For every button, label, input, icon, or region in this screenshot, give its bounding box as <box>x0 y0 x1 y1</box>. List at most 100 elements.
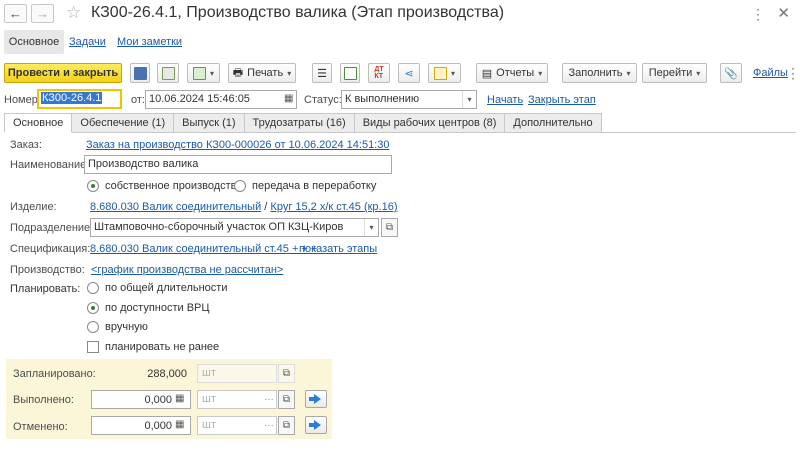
planned-unit: шт <box>197 364 277 383</box>
radio-off-icon <box>87 282 99 294</box>
cancelled-go-button[interactable] <box>305 416 327 434</box>
product-separator: / <box>264 201 268 213</box>
document-icon <box>433 66 447 80</box>
production-schedule-link[interactable]: <график производства не рассчитан> <box>91 264 283 276</box>
arrow-right-icon <box>309 420 321 430</box>
favorite-star-icon[interactable]: ☆ <box>66 3 81 23</box>
planned-value: 288,000 <box>147 367 187 380</box>
plan-availability-label: по доступности ВРЦ <box>105 302 210 314</box>
attach-report-button[interactable]: ▾ <box>428 63 461 83</box>
goto-button[interactable]: Перейти ▾ <box>642 63 707 83</box>
spec-link[interactable]: 8.680.030 Валик соединительный ст.45 + +… <box>90 243 317 255</box>
material-link[interactable]: Круг 15,2 х/к ст.45 (кр.16) <box>270 201 397 213</box>
reports-button[interactable]: ▤ Отчеты ▾ <box>476 63 548 83</box>
toolbar-more-icon[interactable]: ⋮ <box>786 65 800 82</box>
plan-label: Планировать: <box>10 283 81 295</box>
number-label: Номер: <box>4 94 41 106</box>
open-window-icon: ⧉ <box>282 368 291 379</box>
name-value: Производство валика <box>88 158 199 170</box>
department-select[interactable]: Штамповочно-сборочный участок ОП КЗЦ-Кир… <box>90 218 379 237</box>
edit-button[interactable] <box>340 63 360 83</box>
arrow-left-icon: ← <box>9 6 22 21</box>
department-dropdown-icon[interactable]: ▾ <box>364 219 378 236</box>
reports-label: Отчеты <box>496 67 535 79</box>
section-main[interactable]: Основное <box>4 30 64 54</box>
accounting-button[interactable]: ДТ КТ <box>368 63 390 83</box>
post-button[interactable] <box>157 63 179 83</box>
calendar-icon[interactable]: ▦ <box>284 93 293 104</box>
tab-main[interactable]: Основное <box>4 113 73 133</box>
product-link[interactable]: 8.680.030 Валик соединительный <box>90 201 261 213</box>
list-button[interactable]: ☰ <box>312 63 332 83</box>
post-and-close-button[interactable]: Провести и закрыть <box>4 63 122 83</box>
radio-on-icon <box>87 302 99 314</box>
cancelled-label: Отменено: <box>13 421 68 433</box>
calculator-icon[interactable]: ▦ <box>175 393 184 404</box>
forward-button[interactable]: → <box>31 4 54 23</box>
radio-plan-total[interactable]: по общей длительности <box>87 282 227 294</box>
radio-plan-manual[interactable]: вручную <box>87 321 148 333</box>
department-open-button[interactable]: ⧉ <box>381 218 398 237</box>
caret-down-icon: ▾ <box>626 68 631 78</box>
number-field[interactable]: КЗ00-26.4.1 <box>37 89 122 109</box>
form-tabs: Основное Обеспечение (1) Выпуск (1) Труд… <box>4 113 602 133</box>
plan-manual-label: вручную <box>105 321 148 333</box>
fill-button[interactable]: Заполнить ▾ <box>562 63 637 83</box>
transfer-processing-label: передача в переработку <box>252 180 377 192</box>
caret-down-icon: ▾ <box>287 68 292 78</box>
open-window-icon: ⧉ <box>282 420 291 431</box>
create-based-on-button[interactable]: ▾ <box>187 63 220 83</box>
section-notes[interactable]: Мои заметки <box>117 36 182 48</box>
status-value: К выполнению <box>345 93 420 105</box>
arrow-right-icon <box>309 394 321 404</box>
tab-labor[interactable]: Трудозатраты (16) <box>244 113 355 133</box>
status-dropdown-icon[interactable]: ▾ <box>462 91 476 108</box>
name-label: Наименование: <box>10 159 90 171</box>
tab-additional[interactable]: Дополнительно <box>505 113 602 133</box>
goto-label: Перейти <box>648 67 693 79</box>
ellipsis-icon[interactable]: … <box>264 392 274 403</box>
save-button[interactable] <box>130 63 150 83</box>
status-label: Статус: <box>304 94 342 106</box>
attachment-button[interactable]: 📎 <box>720 63 742 83</box>
open-window-icon: ⧉ <box>282 394 291 405</box>
close-icon[interactable]: ✕ <box>777 4 790 22</box>
tab-work-centers[interactable]: Виды рабочих центров (8) <box>354 113 506 133</box>
show-stages-link[interactable]: показать этапы <box>299 243 377 255</box>
more-menu-icon[interactable]: ⋮ <box>751 6 766 23</box>
save-icon <box>133 66 147 80</box>
structure-button[interactable]: ⋖ <box>398 63 420 83</box>
start-link[interactable]: Начать <box>487 94 523 106</box>
spec-label: Спецификация: <box>10 243 91 255</box>
product-line: 8.680.030 Валик соединительный / Круг 15… <box>90 201 398 213</box>
cancelled-unit-open[interactable]: ⧉ <box>278 416 295 435</box>
close-stage-link[interactable]: Закрыть этап <box>528 94 596 106</box>
status-select[interactable]: К выполнению <box>341 90 477 109</box>
radio-own-production[interactable]: собственное производство <box>87 180 243 192</box>
department-value: Штамповочно-сборочный участок ОП КЗЦ-Кир… <box>94 221 344 233</box>
radio-off-icon <box>87 321 99 333</box>
ellipsis-icon[interactable]: … <box>264 418 274 429</box>
radio-transfer-processing[interactable]: передача в переработку <box>234 180 376 192</box>
section-tasks[interactable]: Задачи <box>69 36 106 48</box>
tab-output[interactable]: Выпуск (1) <box>174 113 245 133</box>
date-field[interactable]: 10.06.2024 15:46:05 <box>145 90 297 109</box>
radio-plan-availability[interactable]: по доступности ВРЦ <box>87 302 210 314</box>
caret-down-icon: ▾ <box>450 68 455 78</box>
planned-unit-open[interactable]: ⧉ <box>278 364 295 383</box>
order-link[interactable]: Заказ на производство КЗ00-000026 от 10.… <box>86 139 389 151</box>
done-unit-open[interactable]: ⧉ <box>278 390 295 409</box>
radio-on-icon <box>87 180 99 192</box>
list-icon: ☰ <box>317 67 327 80</box>
print-button[interactable]: 🖶 Печать ▾ <box>228 63 296 83</box>
production-label: Производство: <box>10 264 85 276</box>
tab-supply[interactable]: Обеспечение (1) <box>72 113 175 133</box>
files-link[interactable]: Файлы <box>753 67 788 79</box>
calculator-icon[interactable]: ▦ <box>175 419 184 430</box>
open-window-icon: ⧉ <box>385 222 394 233</box>
done-go-button[interactable] <box>305 390 327 408</box>
paperclip-icon: 📎 <box>724 67 738 80</box>
back-button[interactable]: ← <box>4 4 27 23</box>
name-field[interactable]: Производство валика <box>84 155 392 174</box>
checkbox-plan-not-earlier[interactable]: планировать не ранее <box>87 341 219 353</box>
